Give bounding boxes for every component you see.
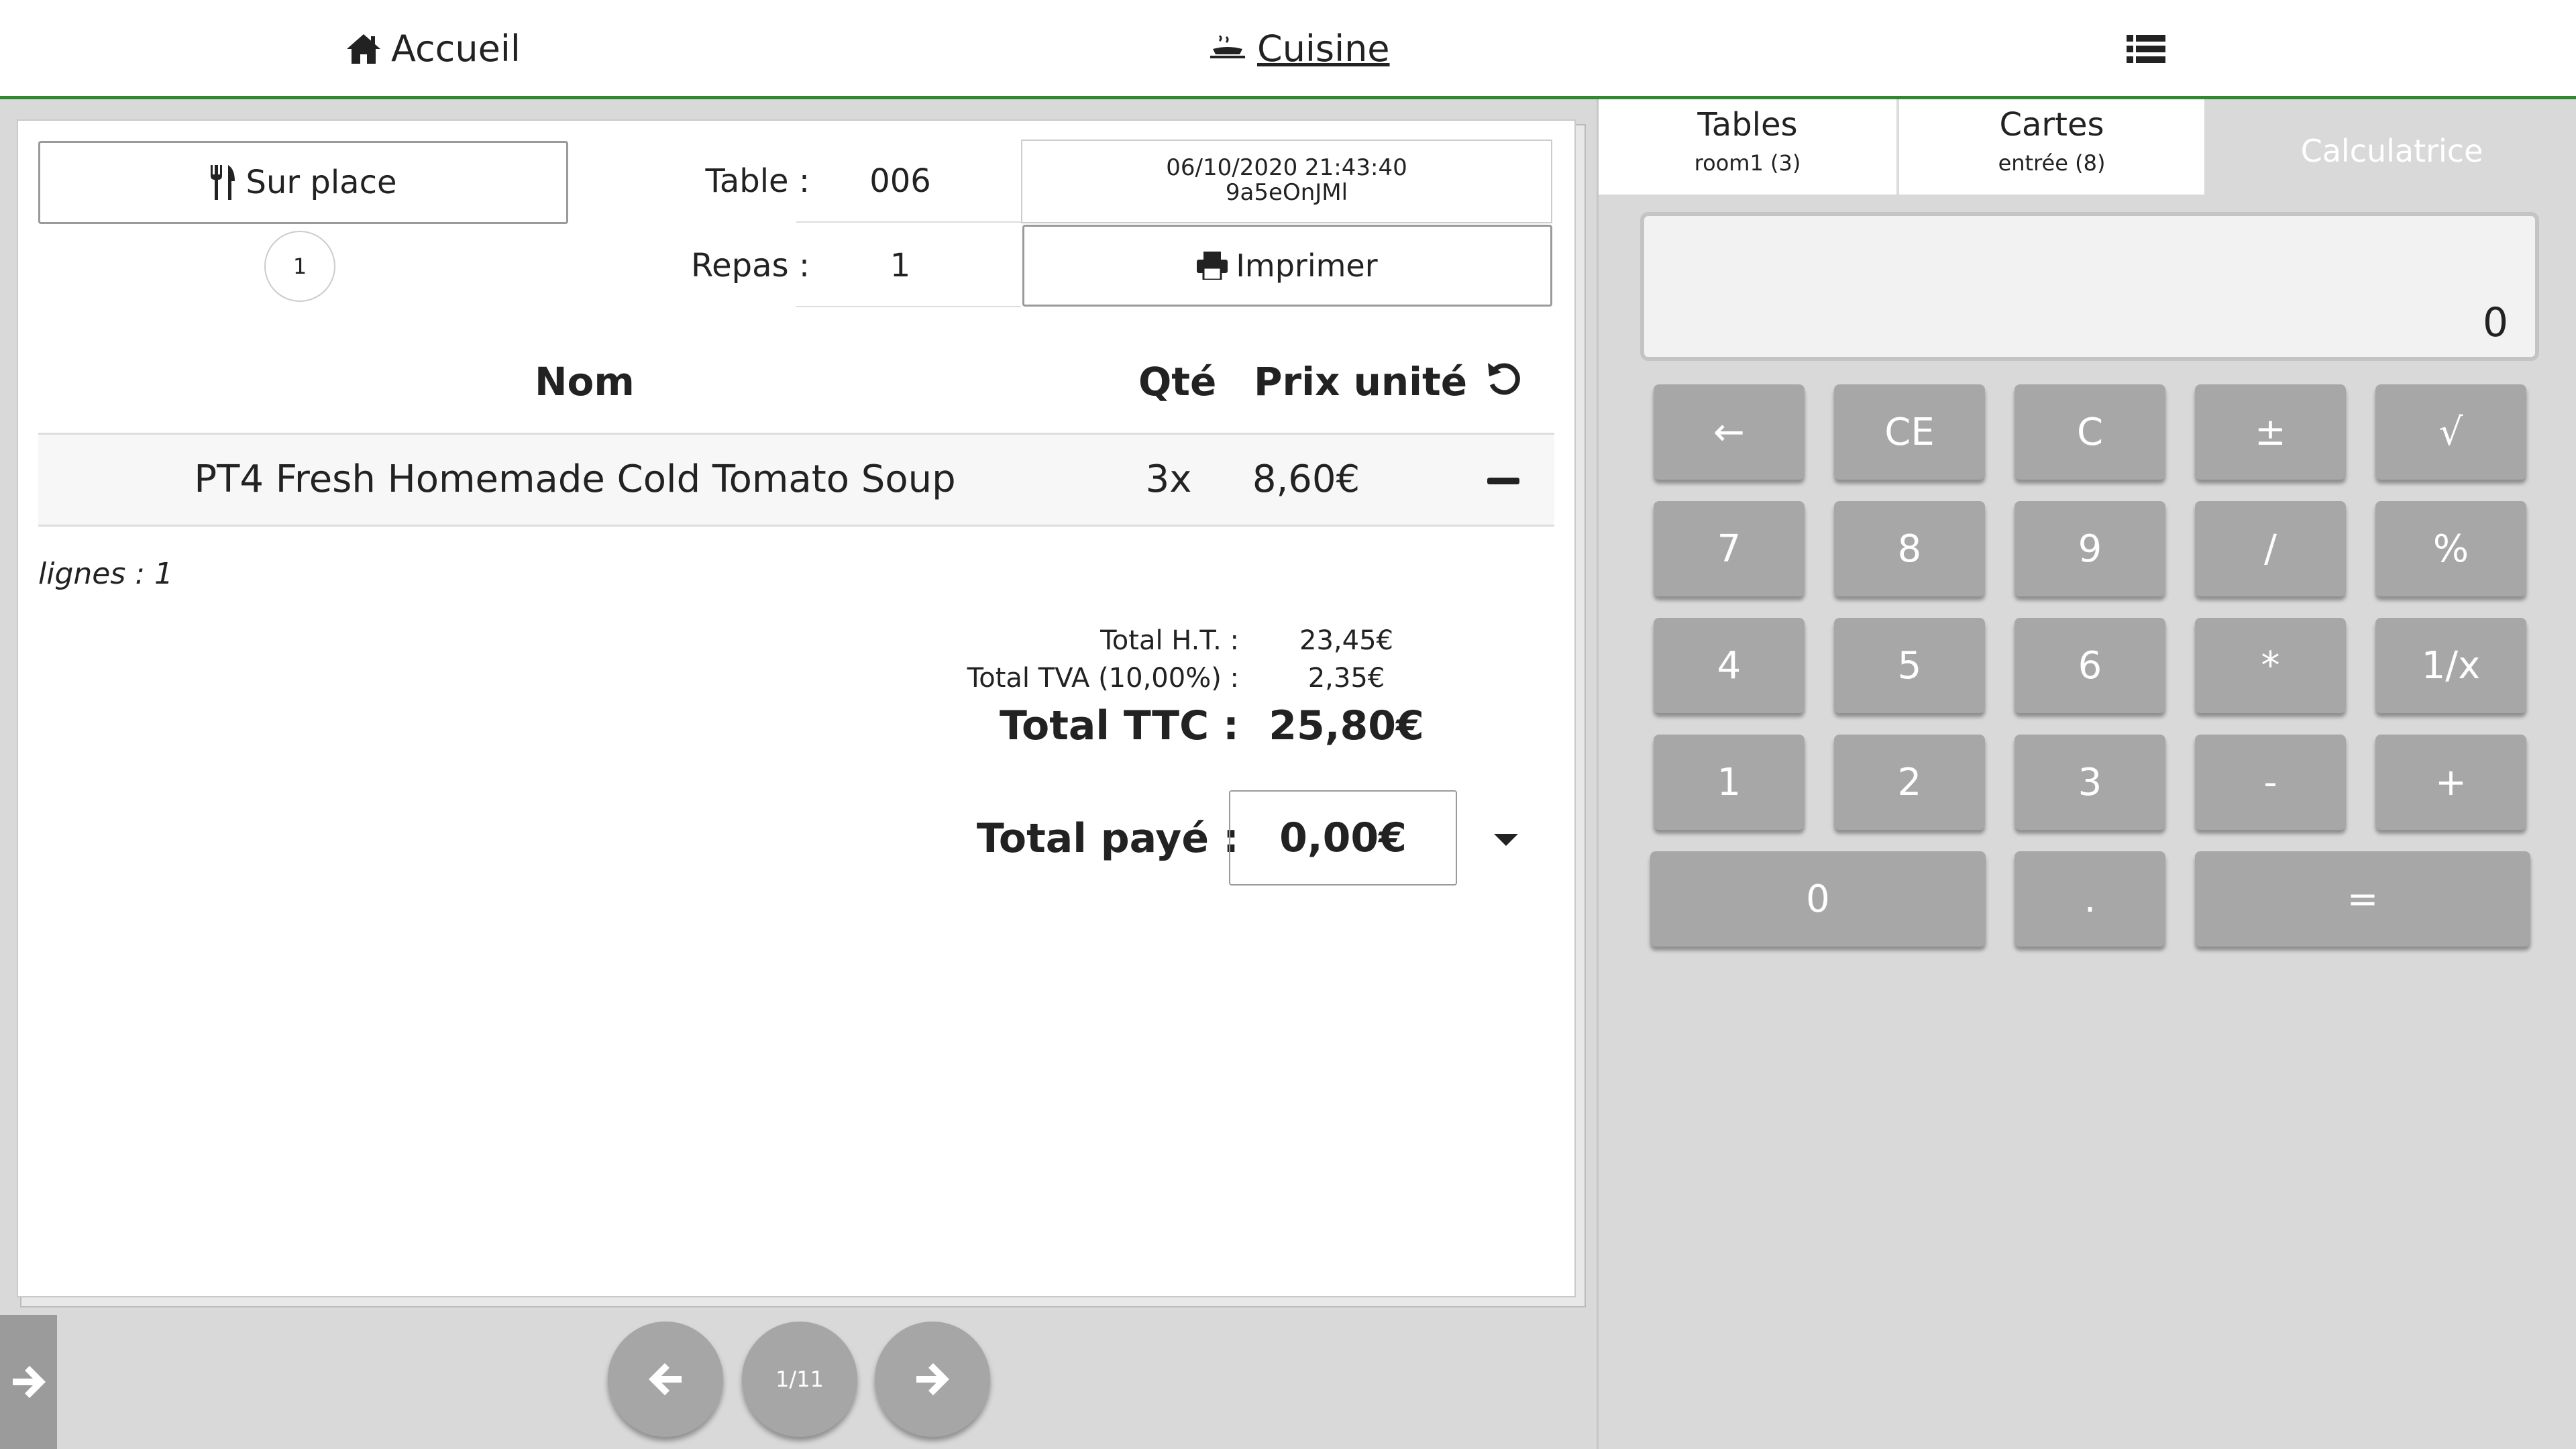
tab-subtitle: room1 (3)	[1694, 150, 1801, 176]
meal-value[interactable]: 1	[790, 247, 1011, 284]
print-label: Imprimer	[1236, 248, 1378, 284]
key-1[interactable]: 1	[1654, 735, 1805, 830]
key-multiply[interactable]: *	[2195, 618, 2346, 713]
key-decimal[interactable]: .	[2015, 851, 2165, 947]
key-equals[interactable]: =	[2195, 851, 2530, 947]
total-ttc-label: Total TTC :	[1000, 702, 1239, 749]
prev-page-button[interactable]	[608, 1322, 723, 1437]
tab-cartes[interactable]: Cartes entrée (8)	[1899, 99, 2204, 195]
key-6[interactable]: 6	[2015, 618, 2165, 713]
total-tva-value: 2,35€	[1307, 663, 1385, 694]
page-indicator[interactable]: 1/11	[742, 1322, 857, 1437]
ticket-panel: Sur place 1 Table : 006 Repas : 1 06/10/…	[17, 119, 1576, 1297]
key-divide[interactable]: /	[2195, 501, 2346, 596]
menu-button[interactable]	[2127, 23, 2175, 74]
divider	[796, 221, 1021, 223]
calculator-display: 0	[1640, 212, 2539, 361]
ticket-stamp: 06/10/2020 21:43:40 9a5eOnJMl	[1021, 140, 1552, 223]
total-ht-label: Total H.T. :	[1100, 625, 1239, 656]
home-label: Accueil	[391, 28, 521, 70]
key-3[interactable]: 3	[2015, 735, 2165, 830]
key-4[interactable]: 4	[1654, 618, 1805, 713]
key-2[interactable]: 2	[1834, 735, 1985, 830]
line-name: PT4 Fresh Homemade Cold Tomato Soup	[194, 458, 956, 501]
key-9[interactable]: 9	[2015, 501, 2165, 596]
right-panel: Tables room1 (3) Cartes entrée (8) Calcu…	[1597, 99, 2576, 1449]
key-5[interactable]: 5	[1834, 618, 1985, 713]
home-link[interactable]: Accueil	[345, 23, 521, 74]
ticket-datetime: 06/10/2020 21:43:40	[1166, 154, 1407, 181]
home-icon	[347, 34, 380, 64]
service-mode-label: Sur place	[246, 164, 397, 201]
tab-calculator[interactable]: Calculatrice	[2206, 99, 2576, 195]
kitchen-link[interactable]: Cuisine	[1208, 23, 1390, 74]
table-value[interactable]: 006	[790, 162, 1011, 200]
list-icon	[2127, 34, 2165, 63]
tab-title: Tables	[1697, 106, 1798, 144]
next-page-button[interactable]	[875, 1322, 990, 1437]
ticket-code: 9a5eOnJMl	[1225, 179, 1348, 206]
key-8[interactable]: 8	[1834, 501, 1985, 596]
total-ht-value: 23,45€	[1299, 625, 1393, 656]
lines-count: lignes : 1	[38, 557, 174, 591]
dish-icon	[1210, 35, 1245, 58]
top-bar: Accueil Cuisine	[0, 0, 2576, 99]
key-plus-minus[interactable]: ±	[2195, 384, 2346, 480]
line-qty: 3x	[1145, 458, 1192, 501]
key-backspace[interactable]: ←	[1654, 384, 1805, 480]
table-label: Table :	[705, 162, 810, 200]
key-plus[interactable]: +	[2375, 735, 2526, 830]
minus-icon[interactable]	[1487, 478, 1519, 484]
total-paid-label: Total payé :	[976, 815, 1239, 862]
tab-title: Calculatrice	[2300, 133, 2483, 169]
undo-icon[interactable]	[1484, 360, 1524, 410]
tab-subtitle: entrée (8)	[1998, 150, 2106, 176]
line-price: 8,60€	[1252, 458, 1360, 501]
covers-counter[interactable]: 1	[264, 231, 335, 302]
service-mode-button[interactable]: Sur place	[38, 141, 568, 224]
key-percent[interactable]: %	[2375, 501, 2526, 596]
total-ttc-value: 25,80€	[1269, 702, 1424, 749]
kitchen-label: Cuisine	[1257, 28, 1390, 70]
caret-down-icon[interactable]	[1494, 834, 1518, 846]
key-0[interactable]: 0	[1650, 851, 1986, 947]
total-tva-label: Total TVA (10,00%) :	[967, 663, 1239, 694]
key-7[interactable]: 7	[1654, 501, 1805, 596]
column-unit-price: Prix unité	[1254, 359, 1468, 405]
tab-title: Cartes	[1999, 106, 2104, 144]
key-sqrt[interactable]: √	[2375, 384, 2526, 480]
key-reciprocal[interactable]: 1/x	[2375, 618, 2526, 713]
key-c[interactable]: C	[2015, 384, 2165, 480]
ticket-line[interactable]: PT4 Fresh Homemade Cold Tomato Soup 3x 8…	[38, 433, 1554, 527]
side-panel-toggle[interactable]	[0, 1315, 57, 1449]
arrow-right-icon	[12, 1366, 46, 1398]
arrow-right-icon	[916, 1363, 949, 1395]
arrow-left-icon	[649, 1363, 682, 1395]
paid-amount-field[interactable]: 0,00€	[1229, 790, 1457, 885]
printer-icon	[1197, 252, 1228, 280]
column-name: Nom	[535, 359, 635, 405]
tab-tables[interactable]: Tables room1 (3)	[1599, 99, 1898, 195]
utensils-icon	[211, 165, 235, 200]
key-ce[interactable]: CE	[1834, 384, 1985, 480]
column-qty: Qté	[1138, 359, 1217, 405]
key-minus[interactable]: -	[2195, 735, 2346, 830]
calculator-value: 0	[2482, 299, 2508, 346]
divider	[796, 306, 1021, 307]
meal-label: Repas :	[690, 247, 810, 284]
print-button[interactable]: Imprimer	[1022, 225, 1552, 307]
